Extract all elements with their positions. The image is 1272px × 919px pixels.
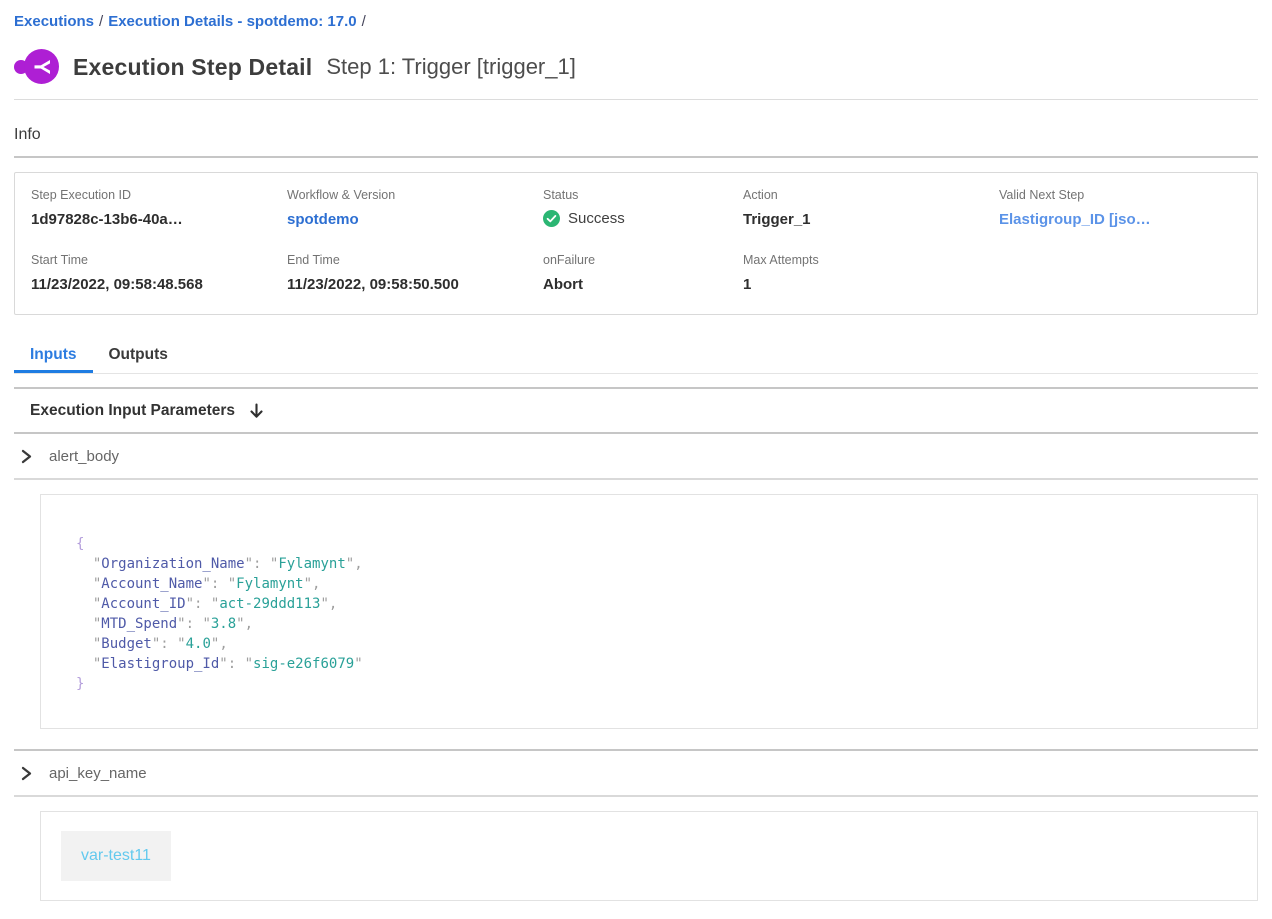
info-section-title: Info: [14, 126, 1258, 144]
field-value: 11/23/2022, 09:58:50.500: [287, 276, 543, 293]
breadcrumb-separator: /: [362, 13, 366, 30]
field-on-failure: onFailure Abort: [543, 253, 743, 293]
field-label: Workflow & Version: [287, 188, 543, 202]
success-check-icon: [543, 210, 560, 227]
json-entry: "Elastigroup_Id": "sig-e26f6079": [76, 654, 1237, 674]
field-label: onFailure: [543, 253, 743, 267]
breadcrumb: Executions / Execution Details - spotdemo:…: [14, 0, 1258, 30]
execution-input-parameters-title: Execution Input Parameters: [30, 402, 235, 420]
json-entry: "Budget": "4.0",: [76, 634, 1237, 654]
field-status: Status Success: [543, 188, 743, 228]
valid-next-step-link[interactable]: Elastigroup_ID [jso…: [999, 211, 1241, 228]
tab-outputs[interactable]: Outputs: [93, 340, 184, 373]
chevron-right-icon: [19, 766, 33, 781]
breadcrumb-execution-details[interactable]: Execution Details - spotdemo: 17.0: [108, 13, 356, 30]
field-start-time: Start Time 11/23/2022, 09:58:48.568: [31, 253, 287, 293]
open-brace: {: [76, 536, 84, 552]
status-text: Success: [568, 210, 625, 227]
page-title: Execution Step Detail: [73, 54, 312, 81]
param-row-api-key-name[interactable]: api_key_name: [14, 751, 1258, 795]
json-code: { "Organization_Name": "Fylamynt","Accou…: [76, 534, 1237, 694]
field-value: 1d97828c-13b6-40a…: [31, 211, 287, 228]
field-max-attempts: Max Attempts 1: [743, 253, 999, 293]
field-valid-next-step: Valid Next Step Elastigroup_ID [jso…: [999, 188, 1241, 228]
header-divider: [14, 99, 1258, 100]
fylamynt-logo-icon: Y: [14, 49, 59, 85]
field-step-execution-id: Step Execution ID 1d97828c-13b6-40a…: [31, 188, 287, 228]
info-grid: Step Execution ID 1d97828c-13b6-40a… Wor…: [31, 188, 1241, 293]
tab-inputs[interactable]: Inputs: [14, 340, 93, 373]
close-brace: }: [76, 676, 84, 692]
empty-cell: [999, 253, 1241, 293]
field-label: Action: [743, 188, 999, 202]
json-entry: "Organization_Name": "Fylamynt",: [76, 554, 1237, 574]
field-value: 1: [743, 276, 999, 293]
field-workflow-version: Workflow & Version spotdemo: [287, 188, 543, 228]
field-end-time: End Time 11/23/2022, 09:58:50.500: [287, 253, 543, 293]
field-value: Abort: [543, 276, 743, 293]
param-divider: [14, 795, 1258, 797]
field-label: Start Time: [31, 253, 287, 267]
logo-glyph: Y: [31, 59, 53, 74]
field-value: 11/23/2022, 09:58:48.568: [31, 276, 287, 293]
param-divider: [14, 478, 1258, 480]
param-name: alert_body: [49, 448, 119, 465]
info-card: Step Execution ID 1d97828c-13b6-40a… Wor…: [14, 172, 1258, 315]
execution-input-parameters-header: Execution Input Parameters: [14, 389, 1258, 432]
json-entry: "Account_ID": "act-29ddd113",: [76, 594, 1237, 614]
field-label: End Time: [287, 253, 543, 267]
alert-body-json-box: { "Organization_Name": "Fylamynt","Accou…: [40, 494, 1258, 729]
field-action: Action Trigger_1: [743, 188, 999, 228]
field-label: Max Attempts: [743, 253, 999, 267]
json-entry: "Account_Name": "Fylamynt",: [76, 574, 1237, 594]
field-label: Status: [543, 188, 743, 202]
api-key-name-chip: var-test11: [61, 831, 171, 881]
page-subtitle: Step 1: Trigger [trigger_1]: [326, 54, 575, 80]
breadcrumb-executions[interactable]: Executions: [14, 13, 94, 30]
logo-disc: Y: [24, 49, 59, 84]
breadcrumb-separator: /: [99, 13, 103, 30]
json-entry: "MTD_Spend": "3.8",: [76, 614, 1237, 634]
field-value: Trigger_1: [743, 211, 999, 228]
field-label: Step Execution ID: [31, 188, 287, 202]
page-header: Y Execution Step Detail Step 1: Trigger …: [14, 49, 1258, 85]
json-entries: "Organization_Name": "Fylamynt","Account…: [76, 554, 1237, 674]
field-label: Valid Next Step: [999, 188, 1241, 202]
download-arrow-icon[interactable]: [249, 403, 264, 420]
chevron-right-icon: [19, 449, 33, 464]
param-row-alert-body[interactable]: alert_body: [14, 434, 1258, 478]
status-badge: Success: [543, 210, 743, 227]
workflow-link[interactable]: spotdemo: [287, 211, 543, 228]
api-key-name-value-box: var-test11: [40, 811, 1258, 901]
param-name: api_key_name: [49, 765, 147, 782]
inputs-outputs-tabs: Inputs Outputs: [14, 340, 1258, 374]
info-divider: [14, 156, 1258, 158]
execution-step-detail-page: Executions / Execution Details - spotdemo:…: [0, 0, 1272, 919]
